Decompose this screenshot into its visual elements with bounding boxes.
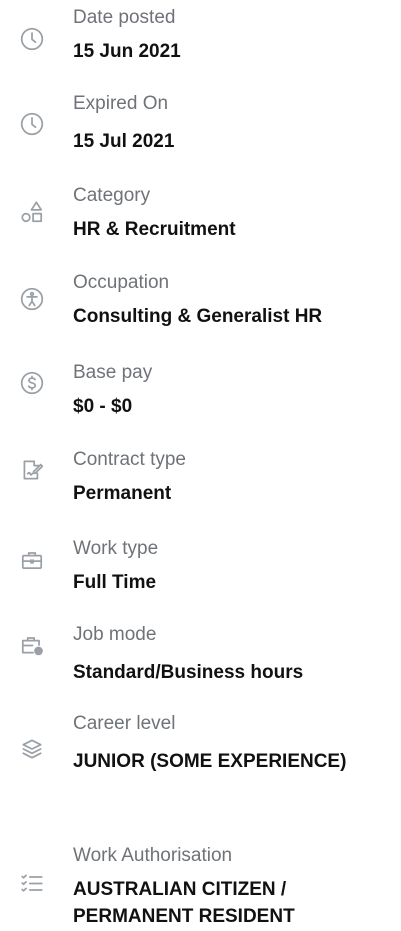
job-details-panel: Date posted 15 Jun 2021 Expired On 15 Ju… bbox=[0, 0, 401, 931]
detail-value: Standard/Business hours bbox=[73, 662, 304, 683]
detail-value: AUSTRALIAN CITIZEN / PERMANENT RESIDENT bbox=[73, 879, 295, 927]
detail-value: 15 Jun 2021 bbox=[73, 41, 181, 62]
detail-value: 15 Jul 2021 bbox=[73, 131, 175, 152]
detail-value: Full Time bbox=[73, 572, 157, 593]
detail-value: JUNIOR (SOME EXPERIENCE) bbox=[73, 751, 347, 772]
detail-label: Expired On bbox=[73, 93, 169, 114]
detail-label: Occupation bbox=[73, 272, 170, 293]
clock-icon bbox=[18, 110, 46, 138]
detail-value: Permanent bbox=[73, 483, 172, 504]
shapes-icon bbox=[18, 198, 46, 226]
accessibility-icon bbox=[18, 285, 46, 313]
detail-label: Work Authorisation bbox=[73, 845, 233, 866]
detail-value: HR & Recruitment bbox=[73, 219, 236, 240]
detail-label: Category bbox=[73, 185, 151, 206]
detail-label: Work type bbox=[73, 538, 159, 559]
briefcase-clock-icon bbox=[18, 631, 46, 659]
layers-icon bbox=[18, 735, 46, 763]
contract-icon bbox=[18, 456, 46, 484]
detail-label: Contract type bbox=[73, 449, 186, 470]
detail-label: Base pay bbox=[73, 362, 153, 383]
detail-label: Job mode bbox=[73, 624, 157, 645]
checklist-icon bbox=[18, 869, 46, 897]
briefcase-icon bbox=[18, 546, 46, 574]
detail-value: Consulting & Generalist HR bbox=[73, 306, 323, 327]
clock-icon bbox=[18, 25, 46, 53]
detail-label: Date posted bbox=[73, 7, 176, 28]
detail-value: $0 - $0 bbox=[73, 396, 133, 417]
dollar-icon bbox=[18, 369, 46, 397]
detail-label: Career level bbox=[73, 713, 176, 734]
